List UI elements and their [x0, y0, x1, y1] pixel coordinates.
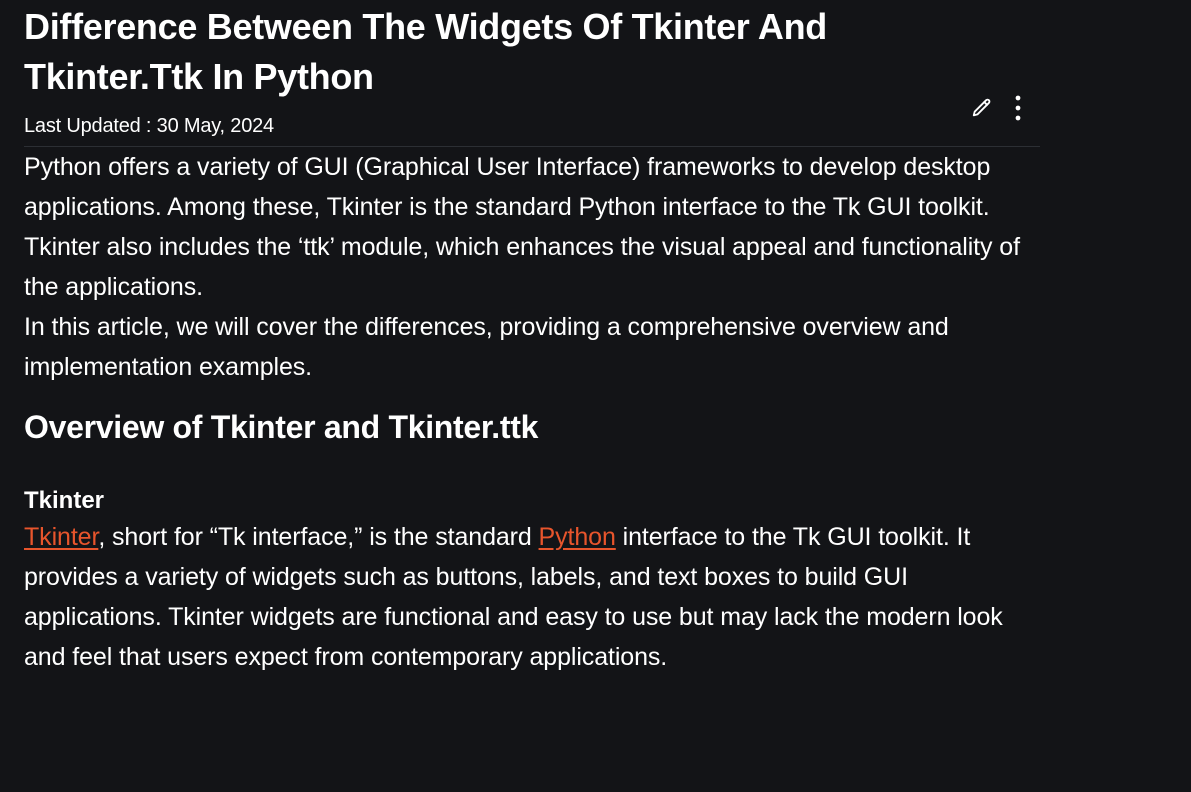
- kebab-menu-icon[interactable]: [1006, 94, 1030, 122]
- section-heading: Overview of Tkinter and Tkinter.ttk: [24, 409, 539, 445]
- last-updated-label: Last Updated :: [24, 115, 157, 137]
- tkinter-link[interactable]: Tkinter: [24, 523, 98, 551]
- article-actions: [970, 94, 1030, 122]
- article: Difference Between The Widgets Of Tkinte…: [24, 0, 1040, 677]
- scope-paragraph: In this article, we will cover the diffe…: [24, 313, 949, 381]
- pencil-icon[interactable]: [970, 94, 994, 122]
- tkinter-paragraph: Tkinter, short for “Tk interface,” is th…: [24, 517, 1040, 677]
- last-updated-date: 30 May, 2024: [156, 115, 275, 137]
- intro-paragraph: Python offers a variety of GUI (Graphica…: [24, 153, 1020, 301]
- article-title: Difference Between The Widgets Of Tkinte…: [24, 6, 827, 97]
- subheading-tkinter: Tkinter: [24, 487, 105, 514]
- tkinter-text-1: , short for “Tk interface,” is the stand…: [98, 523, 539, 551]
- python-link[interactable]: Python: [539, 523, 616, 551]
- last-updated: Last Updated : 30 May, 2024: [24, 113, 274, 139]
- article-meta: Last Updated : 30 May, 2024: [24, 95, 1040, 146]
